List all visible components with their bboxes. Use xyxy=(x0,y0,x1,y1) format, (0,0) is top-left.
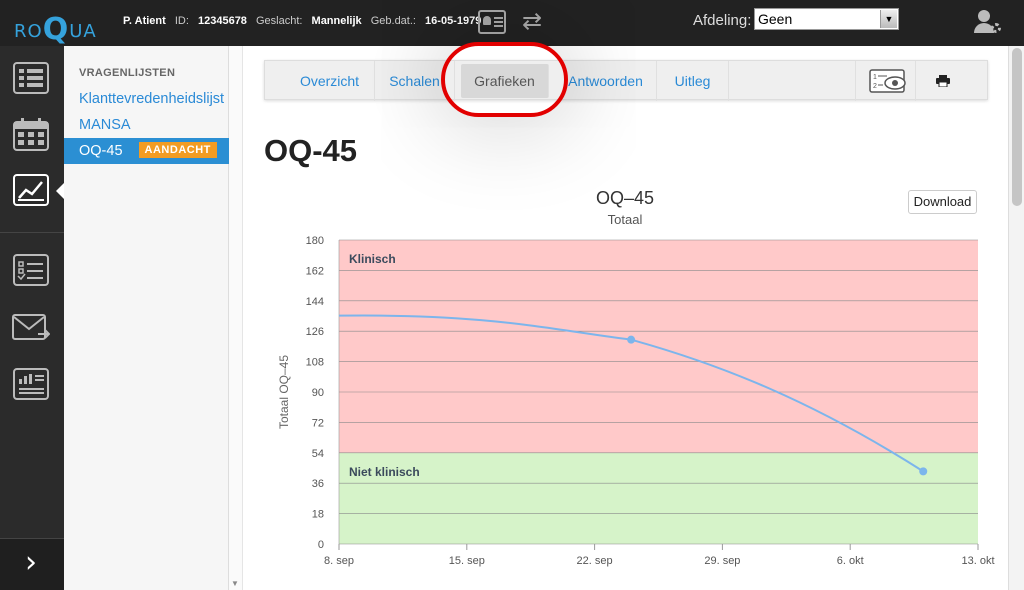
roqua-logo[interactable]: ROQUA xyxy=(14,10,97,47)
chevron-right-icon: › xyxy=(25,545,37,580)
scroll-down-icon[interactable]: ▼ xyxy=(231,579,239,588)
top-bar: ROQUA P. Atient ID: 12345678 Geslacht: M… xyxy=(0,0,1024,47)
svg-text:1: 1 xyxy=(873,74,877,81)
sidebar-heading: VRAGENLIJSTEN xyxy=(79,67,176,79)
dropdown-arrow-icon[interactable]: ▼ xyxy=(880,10,897,28)
y-tick-label: 72 xyxy=(312,417,324,429)
afdeling-value: Geen xyxy=(758,11,793,27)
y-tick-label: 18 xyxy=(312,509,324,521)
patient-card-icon[interactable] xyxy=(478,10,506,34)
patient-info: P. Atient ID: 12345678 Geslacht: Manneli… xyxy=(123,15,487,27)
x-tick-label: 8. sep xyxy=(324,555,354,567)
user-settings-icon[interactable] xyxy=(974,10,1002,36)
x-tick-label: 15. sep xyxy=(449,555,485,567)
expand-nav-button[interactable]: › xyxy=(0,538,64,590)
calendar-icon xyxy=(13,118,49,151)
scrollbar-thumb[interactable] xyxy=(1012,48,1022,206)
tab-bar: Overzicht Schalen Grafieken Antwoorden U… xyxy=(264,60,988,101)
tab-uitleg[interactable]: Uitleg xyxy=(657,61,729,101)
sidebar-item-label: Klanttevredenheidslijst xyxy=(79,91,225,107)
band-label: Klinisch xyxy=(349,252,396,266)
y-tick-label: 126 xyxy=(306,326,324,338)
nav-mail[interactable] xyxy=(0,300,64,356)
nav-checklist[interactable] xyxy=(0,242,64,298)
afdeling-select[interactable]: Geen ▼ xyxy=(754,8,899,30)
nav-list[interactable] xyxy=(0,50,64,106)
sidebar-item-mansa[interactable]: MANSA xyxy=(64,112,229,138)
x-tick-label: 6. okt xyxy=(837,555,864,567)
checklist-icon xyxy=(13,254,49,286)
band-1 xyxy=(339,452,978,544)
nav-charts[interactable] xyxy=(0,162,64,218)
y-tick-label: 180 xyxy=(306,235,324,247)
afdeling-label: Afdeling: xyxy=(693,12,752,29)
annotation-circle xyxy=(441,42,568,117)
chart-icon xyxy=(13,174,49,206)
tab-antwoorden[interactable]: Antwoorden xyxy=(555,61,657,101)
switch-patient-icon[interactable]: ⇄ xyxy=(518,8,546,36)
tab-overzicht[interactable]: Overzicht xyxy=(285,61,375,101)
list-icon xyxy=(13,62,49,94)
patient-id-label: ID: xyxy=(174,15,189,27)
patient-dob: 16-05-1979 xyxy=(425,15,482,27)
chart-title: OQ–45 xyxy=(596,188,654,208)
logo-big-letter: Q xyxy=(42,12,70,47)
sidebar-item-klanttevredenheidslijst[interactable]: Klanttevredenheidslijst xyxy=(64,86,229,112)
print-icon xyxy=(936,75,950,87)
download-button[interactable]: Download xyxy=(908,190,977,214)
y-tick-label: 162 xyxy=(306,265,324,277)
chart-subtitle: Totaal xyxy=(608,212,643,227)
print-button[interactable] xyxy=(915,61,967,101)
nav-calendar[interactable] xyxy=(0,106,64,162)
y-axis-label: Totaal OQ–45 xyxy=(277,355,291,429)
patient-id: 12345678 xyxy=(197,15,247,27)
data-point[interactable] xyxy=(627,335,636,344)
logo-prefix: RO xyxy=(14,21,43,42)
y-tick-label: 108 xyxy=(306,357,324,369)
sidebar-item-oq45[interactable]: OQ-45 AANDACHT xyxy=(64,138,229,164)
y-tick-label: 54 xyxy=(312,448,324,460)
dob-label: Geb.dat.: xyxy=(370,15,416,27)
x-tick-label: 22. sep xyxy=(577,555,613,567)
nav-divider xyxy=(0,232,64,233)
numbered-list-eye-icon: 1 2 xyxy=(869,69,906,93)
logo-suffix: UA xyxy=(69,21,97,42)
report-icon xyxy=(13,368,49,400)
attention-badge: AANDACHT xyxy=(138,142,217,158)
mail-icon xyxy=(12,314,50,340)
left-navigation: › xyxy=(0,46,64,590)
x-tick-label: 29. sep xyxy=(704,555,740,567)
view-answers-button[interactable]: 1 2 xyxy=(855,61,915,101)
gender-label: Geslacht: xyxy=(256,15,303,27)
page-title: OQ-45 xyxy=(264,133,358,168)
sidebar-item-label: OQ-45 xyxy=(79,143,123,159)
page-scrollbar[interactable] xyxy=(1008,46,1024,590)
active-pointer xyxy=(56,183,64,199)
data-point[interactable] xyxy=(919,467,928,476)
questionnaire-sidebar: VRAGENLIJSTEN Klanttevredenheidslijst MA… xyxy=(64,46,229,590)
y-tick-label: 90 xyxy=(312,387,324,399)
y-tick-label: 36 xyxy=(312,478,324,490)
patient-gender: Mannelijk xyxy=(311,15,362,27)
band-label: Niet klinisch xyxy=(349,465,420,479)
y-tick-label: 144 xyxy=(306,296,324,308)
series-line xyxy=(338,314,924,473)
sidebar-item-label: MANSA xyxy=(79,117,131,133)
svg-text:2: 2 xyxy=(873,83,877,90)
y-tick-label: 0 xyxy=(318,539,324,551)
band-0 xyxy=(339,240,978,453)
nav-report[interactable] xyxy=(0,356,64,412)
patient-name: P. Atient xyxy=(123,15,166,27)
x-tick-label: 13. okt xyxy=(961,555,994,567)
sidebar-scrollbar[interactable]: ▼ xyxy=(229,46,243,590)
